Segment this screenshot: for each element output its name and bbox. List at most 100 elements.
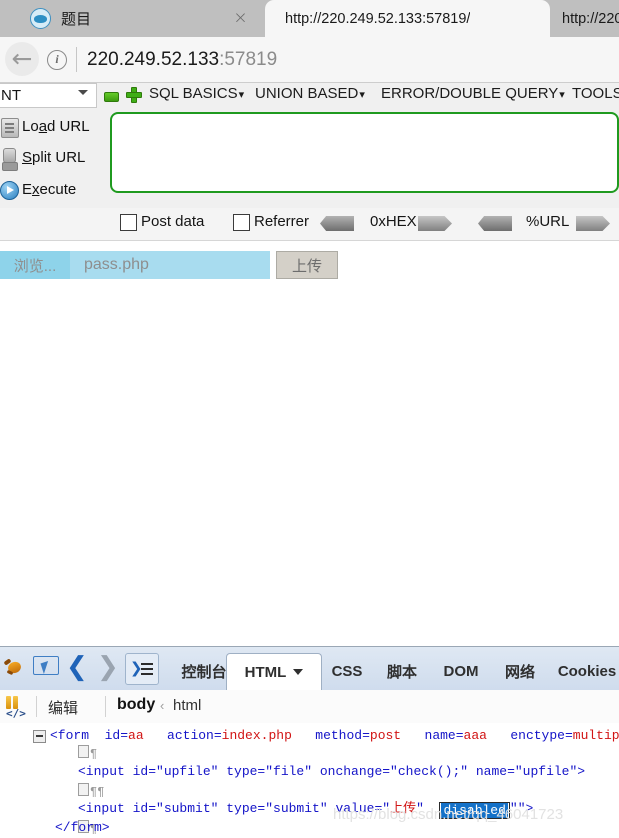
- code-attr-enctype-name: enctype=: [510, 728, 573, 743]
- code-attr-id-name: id=: [104, 728, 129, 743]
- chevron-down-icon: [78, 90, 88, 95]
- code-line-input-file[interactable]: <input id="upfile" type="file" onchange=…: [78, 764, 585, 779]
- code-attr-action-name: action=: [167, 728, 222, 743]
- devtools-breadcrumb-bar: </> 编辑 body ‹ html: [0, 690, 619, 724]
- hackbar-url-textarea[interactable]: [110, 112, 619, 193]
- inspect-element-icon[interactable]: [33, 656, 59, 680]
- menu-error-double-query[interactable]: ERROR/DOUBLE QUERY▾: [381, 85, 565, 102]
- tab-cookies[interactable]: Cookies: [548, 653, 619, 690]
- panel-list-icon[interactable]: ❯: [125, 653, 159, 685]
- nav-forward-icon[interactable]: ❯: [97, 654, 119, 680]
- menu-union-based[interactable]: UNION BASED▾: [255, 85, 365, 102]
- breadcrumb-node-html[interactable]: html: [173, 697, 201, 714]
- divider: [36, 696, 37, 717]
- edit-button[interactable]: 编辑: [48, 697, 78, 718]
- tab-html-label: HTML: [244, 663, 287, 681]
- file-input[interactable]: 浏览... pass.php: [0, 251, 270, 279]
- code-attr-enctype-value: multip: [572, 728, 619, 743]
- split-url-button[interactable]: Split URL: [22, 149, 85, 166]
- tab-css[interactable]: CSS: [320, 653, 374, 690]
- referrer-checkbox[interactable]: [233, 214, 250, 231]
- execute-icon[interactable]: [0, 179, 20, 201]
- breadcrumb-node-body[interactable]: body: [117, 696, 155, 714]
- tab-network-label: 网络: [504, 664, 535, 681]
- referrer-label: Referrer: [254, 213, 310, 230]
- menu-error-double-query-label: ERROR/DOUBLE QUERY: [381, 85, 559, 102]
- code-tag-form: <form: [50, 728, 90, 743]
- browser-tab-1[interactable]: http://220.249.52.133:57819/ ×: [265, 0, 550, 37]
- hackbar-toolbar: NT SQL BASICS▾ UNION BASED▾ ERROR/DOUBLE…: [0, 83, 619, 208]
- post-data-label: Post data: [141, 213, 205, 230]
- nav-back-icon[interactable]: ❮: [66, 654, 88, 680]
- watermark-text: https://blog.csdn.net/qq_46041723: [333, 806, 564, 823]
- tab-css-label: CSS: [331, 663, 363, 680]
- menu-sql-basics-label: SQL BASICS: [149, 85, 238, 102]
- tab-script[interactable]: 脚本: [374, 653, 430, 690]
- close-icon[interactable]: ×: [232, 10, 249, 27]
- browser-tab-2[interactable]: http://220.2: [550, 0, 619, 37]
- globe-icon: [30, 8, 51, 29]
- site-info-icon[interactable]: i: [47, 50, 67, 70]
- tab-script-label: 脚本: [386, 664, 417, 681]
- browser-tab-1-title: http://220.249.52.133:57819/: [285, 10, 471, 27]
- code-line-form-close[interactable]: </form>: [55, 820, 110, 835]
- chevron-down-icon: ▾: [559, 89, 565, 101]
- browser-tab-2-title: http://220.2: [562, 10, 619, 27]
- tab-console-label: 控制台: [181, 664, 227, 681]
- code-attr-name-name: name=: [424, 728, 464, 743]
- chevron-down-icon: ▾: [359, 89, 365, 101]
- address-divider: [76, 47, 77, 72]
- url-encode-arrow-icon[interactable]: [576, 216, 610, 231]
- hex-encode-arrow-icon[interactable]: [418, 216, 452, 231]
- url-decode-arrow-icon[interactable]: [478, 216, 512, 231]
- tab-cookies-label: Cookies: [557, 663, 617, 680]
- hackbar-mode-value: NT: [1, 87, 21, 104]
- url-port: :57819: [219, 49, 278, 70]
- code-line-whitespace-2: ¶¶: [78, 783, 104, 800]
- devtools-toolbar: ❮ ❯ ❯ 控制台 HTML CSS 脚本 DOM 网络 Cookies: [0, 647, 619, 691]
- url-input[interactable]: 220.249.52.133:57819: [87, 47, 277, 72]
- plus-icon[interactable]: [126, 87, 142, 103]
- collapse-toggle-icon[interactable]: [33, 730, 46, 743]
- hex-decode-arrow-icon[interactable]: [320, 216, 354, 231]
- code-line-form-open[interactable]: <form id=aa action=index.php method=post…: [50, 728, 619, 743]
- code-attr-id-value: aa: [128, 728, 144, 743]
- menu-tools-label: TOOLS: [572, 85, 619, 102]
- tab-html[interactable]: HTML: [226, 653, 322, 690]
- minus-icon[interactable]: [104, 92, 119, 102]
- tab-dom[interactable]: DOM: [430, 653, 492, 690]
- load-url-button[interactable]: Load URL: [22, 118, 90, 135]
- code-line-whitespace-1: ¶: [78, 745, 97, 762]
- page-content: 浏览... pass.php 上传: [0, 241, 619, 646]
- tab-network[interactable]: 网络: [492, 653, 548, 690]
- upload-submit-button[interactable]: 上传: [276, 251, 338, 279]
- firebug-bug-icon[interactable]: [3, 658, 25, 678]
- load-url-icon[interactable]: [0, 116, 20, 138]
- code-input-file-text: <input id="upfile" type="file" onchange=…: [78, 764, 586, 779]
- divider: [105, 696, 106, 717]
- browse-button[interactable]: 浏览...: [0, 251, 70, 279]
- url-label: %URL: [526, 213, 570, 230]
- execute-button[interactable]: Execute: [22, 181, 76, 198]
- address-bar: ← i 220.249.52.133:57819: [0, 37, 619, 83]
- url-host: 220.249.52.133: [87, 49, 220, 70]
- chevron-down-icon: ▾: [238, 89, 245, 101]
- menu-union-based-label: UNION BASED: [255, 85, 359, 102]
- back-button[interactable]: ←: [5, 42, 39, 76]
- browser-window: 题目 × http://220.249.52.133:57819/ × http…: [0, 0, 619, 838]
- post-data-checkbox[interactable]: [120, 214, 137, 231]
- tab-dom-label: DOM: [443, 663, 479, 680]
- split-url-icon[interactable]: [0, 147, 20, 171]
- hackbar-mode-select[interactable]: NT: [0, 83, 97, 108]
- code-attr-method-name: method=: [315, 728, 370, 743]
- menu-sql-basics[interactable]: SQL BASICS▾: [149, 85, 244, 102]
- browser-tab-0[interactable]: 题目 ×: [0, 0, 265, 37]
- breadcrumb-separator: ‹: [160, 698, 165, 713]
- back-arrow-icon: ←: [11, 43, 33, 73]
- chevron-down-icon[interactable]: [293, 669, 304, 675]
- css-paint-icon[interactable]: </>: [4, 696, 26, 719]
- menu-tools[interactable]: TOOLS: [572, 85, 619, 102]
- hackbar-options-row: Post data Referrer 0xHEX %URL: [0, 208, 619, 241]
- code-form-close-text: </form>: [55, 820, 110, 835]
- code-attr-method-value: post: [369, 728, 402, 743]
